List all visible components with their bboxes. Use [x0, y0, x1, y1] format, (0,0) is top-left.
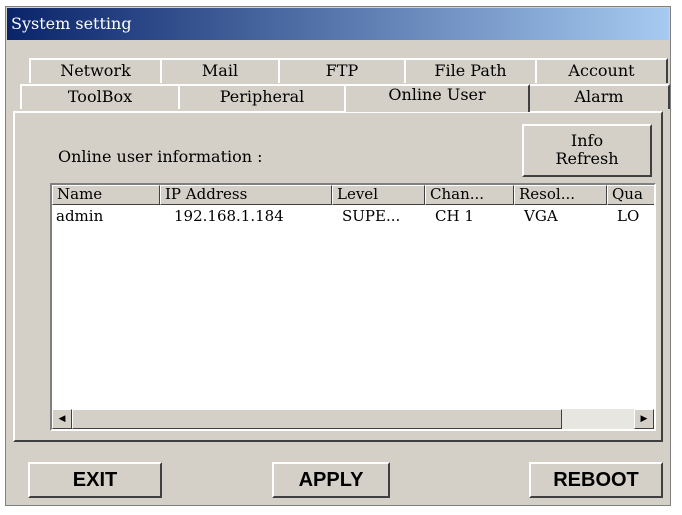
exit-button[interactable]: EXIT: [28, 462, 162, 498]
cell-quality: LO: [617, 207, 640, 225]
cell-ip-address: 192.168.1.184: [174, 207, 284, 225]
cell-resolution: VGA: [524, 207, 558, 225]
tab-ftp[interactable]: FTP: [278, 58, 406, 83]
reboot-button[interactable]: REBOOT: [529, 462, 663, 498]
column-header-ip-address[interactable]: IP Address: [160, 185, 332, 205]
tab-online-user[interactable]: Online User: [344, 84, 530, 112]
tab-network[interactable]: Network: [29, 58, 162, 83]
column-header-resolution[interactable]: Resol...: [514, 185, 607, 205]
tab-toolbox[interactable]: ToolBox: [20, 84, 180, 109]
tab-mail[interactable]: Mail: [160, 58, 280, 83]
scroll-right-icon[interactable]: ▶: [634, 409, 654, 429]
online-user-info-label: Online user information :: [58, 147, 263, 166]
tab-peripheral[interactable]: Peripheral: [178, 84, 346, 109]
online-user-list[interactable]: Name IP Address Level Chan... Resol... Q…: [50, 183, 656, 431]
scroll-thumb[interactable]: [72, 409, 562, 429]
column-header-name[interactable]: Name: [52, 185, 160, 205]
column-header-level[interactable]: Level: [332, 185, 425, 205]
tab-file-path[interactable]: File Path: [404, 58, 537, 83]
cell-channel: CH 1: [435, 207, 474, 225]
list-header: Name IP Address Level Chan... Resol... Q…: [52, 185, 654, 205]
column-header-quality[interactable]: Qua: [607, 185, 654, 205]
horizontal-scrollbar[interactable]: ◀ ▶: [52, 409, 654, 429]
column-header-channel[interactable]: Chan...: [425, 185, 514, 205]
cell-name: admin: [56, 207, 104, 225]
apply-button[interactable]: APPLY: [272, 462, 390, 498]
cell-level: SUPE...: [342, 207, 401, 225]
tab-account[interactable]: Account: [535, 58, 668, 83]
tab-alarm[interactable]: Alarm: [528, 84, 670, 109]
info-refresh-button[interactable]: Info Refresh: [522, 124, 652, 177]
window-title: System setting: [11, 14, 132, 33]
scroll-left-icon[interactable]: ◀: [52, 409, 72, 429]
title-bar[interactable]: System setting: [7, 8, 669, 40]
